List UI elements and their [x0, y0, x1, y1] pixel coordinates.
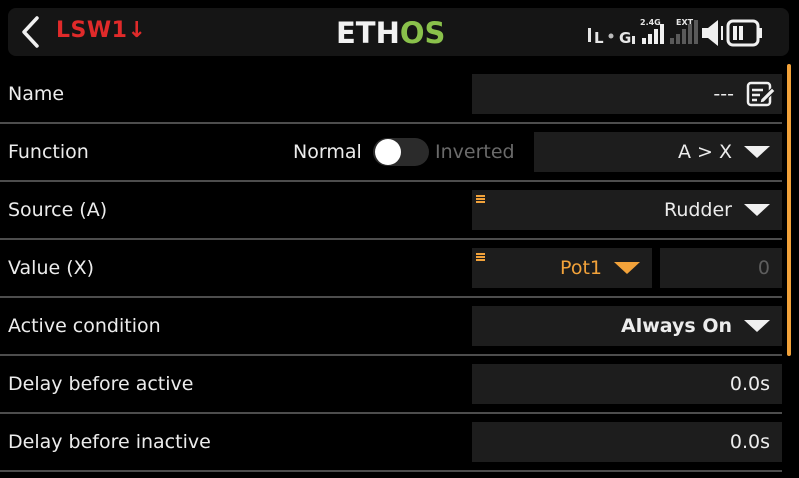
- row-delay-inactive: Delay before inactive 0.0s: [0, 414, 782, 472]
- name-value: ---: [713, 83, 734, 105]
- signal-ext-icon: EXT: [670, 18, 698, 44]
- row-function: Function Normal Inverted A > X: [0, 124, 782, 182]
- row-delay-active: Delay before active 0.0s: [0, 356, 782, 414]
- value-source: Pot1: [560, 257, 602, 279]
- active-condition-value: Always On: [621, 315, 732, 337]
- delay-active-value: 0.0s: [729, 373, 770, 395]
- name-label: Name: [8, 83, 65, 105]
- scrollbar[interactable]: [787, 64, 791, 356]
- source-label: Source (A): [8, 199, 108, 221]
- delay-inactive-label: Delay before inactive: [8, 431, 211, 453]
- header-bar: LSW1↓ ETHOS L G 2.4G EXT: [0, 0, 799, 64]
- source-value: Rudder: [663, 199, 732, 221]
- active-condition-label: Active condition: [8, 315, 161, 337]
- value-source-dropdown[interactable]: Pot1: [472, 248, 652, 288]
- dropdown-arrow-icon: [744, 204, 770, 216]
- row-source: Source (A) Rudder: [0, 182, 782, 240]
- dropdown-arrow-icon: [614, 262, 640, 274]
- function-value: A > X: [677, 141, 732, 163]
- band-label: 2.4G: [640, 18, 661, 27]
- toggle-knob: [375, 139, 401, 165]
- delay-active-label: Delay before active: [8, 373, 194, 395]
- chevron-left-icon: [22, 16, 39, 48]
- dropdown-arrow-icon: [744, 146, 770, 158]
- dropdown-arrow-icon: [744, 320, 770, 332]
- name-field[interactable]: ---: [472, 74, 782, 114]
- function-label: Function: [8, 141, 89, 163]
- function-dropdown[interactable]: A > X: [534, 132, 782, 172]
- row-name: Name ---: [0, 66, 782, 124]
- ethos-logo: ETHOS: [336, 15, 445, 51]
- row-value: Value (X) Pot1 0: [0, 240, 782, 298]
- delay-active-field[interactable]: 0.0s: [472, 364, 782, 404]
- battery-icon: [726, 19, 762, 47]
- gps-label: G: [619, 29, 631, 47]
- back-button[interactable]: [10, 12, 50, 52]
- page-title: LSW1↓: [56, 18, 147, 43]
- toggle-normal-label: Normal: [293, 141, 362, 163]
- value-number: 0: [757, 257, 770, 279]
- signal-2g4-icon: 2.4G: [640, 18, 664, 44]
- source-dropdown[interactable]: Rudder: [472, 190, 782, 230]
- value-number-field[interactable]: 0: [660, 248, 782, 288]
- invert-toggle[interactable]: [373, 138, 429, 166]
- logo-text-accent: OS: [399, 16, 446, 50]
- toggle-inverted-label: Inverted: [435, 141, 515, 163]
- edit-icon[interactable]: [746, 80, 776, 113]
- logo-text-main: ETH: [336, 16, 400, 50]
- row-active-condition: Active condition Always On: [0, 298, 782, 356]
- source-options-icon: [476, 253, 485, 262]
- delay-inactive-value: 0.0s: [729, 431, 770, 453]
- speaker-icon: [702, 20, 723, 46]
- value-label: Value (X): [8, 257, 95, 279]
- active-condition-dropdown[interactable]: Always On: [472, 306, 782, 346]
- delay-inactive-field[interactable]: 0.0s: [472, 422, 782, 462]
- status-icons: L G 2.4G EXT: [586, 16, 782, 50]
- rx-label: L: [594, 29, 604, 47]
- source-options-icon: [476, 195, 485, 204]
- receiver-icon: L G: [588, 28, 635, 47]
